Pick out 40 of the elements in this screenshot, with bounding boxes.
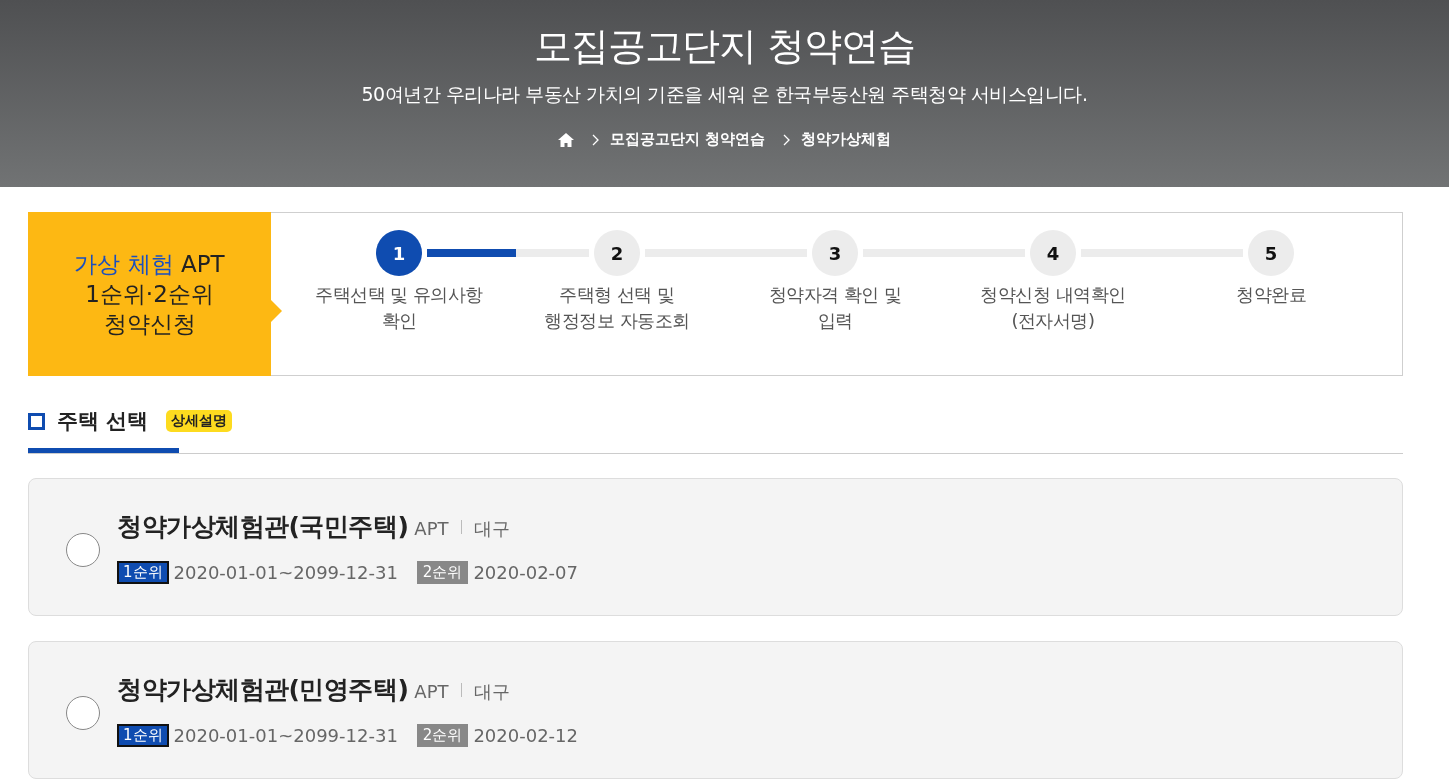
home-icon[interactable] — [557, 132, 574, 147]
priority-tag: 2순위 — [416, 724, 469, 747]
step-number: 4 — [1030, 230, 1076, 276]
priority-tag: 1순위 — [117, 561, 169, 584]
period-text: 2020-01-01~2099-12-31 — [173, 725, 398, 746]
period-text: 2020-02-07 — [473, 562, 578, 583]
step-number: 3 — [812, 230, 858, 276]
period-text: 2020-01-01~2099-12-31 — [173, 562, 398, 583]
step-panel-label: 가상 체험 APT 1순위·2순위 청약신청 — [28, 212, 271, 376]
step-label: 청약자격 확인 및 입력 — [767, 283, 903, 333]
housing-type: APT — [414, 518, 449, 539]
section-title: 주택 선택 — [57, 408, 149, 435]
step-number: 5 — [1248, 230, 1294, 276]
step-label: 청약신청 내역확인 (전자서명) — [979, 283, 1127, 333]
step-label: 주택형 선택 및 행정정보 자동조회 — [543, 283, 691, 333]
region-text: 대구 — [473, 680, 510, 704]
breadcrumb-link[interactable]: 모집공고단지 청약연습 — [609, 130, 766, 149]
complex-card[interactable]: 청약가상체험관(민영주택) APT 대구 1순위 2020-01-01~2099-12-31 2순위 2020-02-12 — [28, 641, 1403, 779]
chevron-right-icon — [591, 133, 600, 146]
priority-tag: 2순위 — [416, 561, 469, 584]
step-number: 1 — [376, 230, 422, 276]
chevron-right-icon — [783, 133, 792, 146]
step-label: 주택선택 및 유의사항 확인 — [314, 283, 484, 333]
housing-type: APT — [414, 681, 449, 702]
step-number: 2 — [594, 230, 640, 276]
complex-name: 청약가상체험관(민영주택) — [117, 674, 409, 706]
radio-button[interactable] — [66, 533, 100, 567]
detail-button[interactable]: 상세설명 — [166, 410, 233, 432]
step-label: 청약완료 — [1235, 283, 1307, 307]
period-text: 2020-02-12 — [473, 725, 578, 746]
square-icon — [28, 412, 45, 430]
region-text: 대구 — [473, 517, 510, 541]
complex-name: 청약가상체험관(국민주택) — [117, 511, 409, 543]
priority-tag: 1순위 — [117, 724, 169, 747]
page-title: 모집공고단지 청약연습 — [533, 23, 916, 70]
radio-button[interactable] — [66, 696, 100, 730]
pointer-notch — [271, 300, 282, 322]
breadcrumb-link[interactable]: 청약가상체험 — [801, 130, 892, 149]
complex-card[interactable]: 청약가상체험관(국민주택) APT 대구 1순위 2020-01-01~2099-12-31 2순위 2020-02-07 — [28, 478, 1403, 616]
page-subtitle: 50여년간 우리나라 부동산 가치의 기준을 세워 온 한국부동산원 주택청약 서비스입니다. — [361, 82, 1088, 107]
